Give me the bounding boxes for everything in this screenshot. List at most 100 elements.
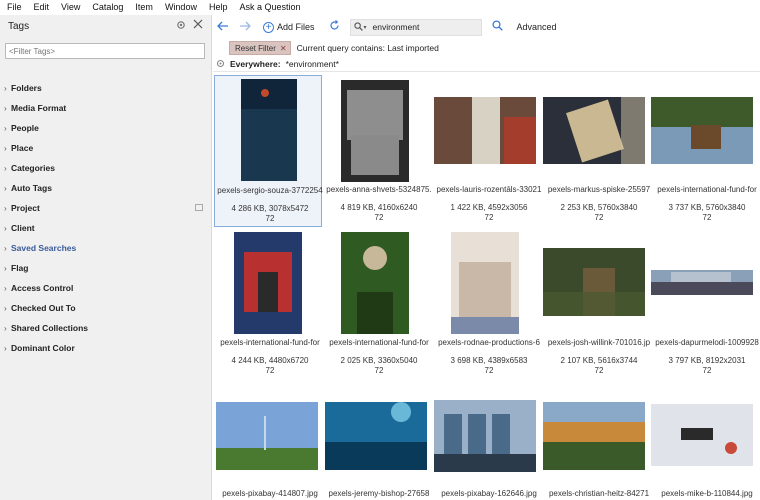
sidebar-item-auto-tags[interactable]: › Auto Tags (0, 178, 211, 198)
asset-thumbnail[interactable] (234, 232, 302, 334)
asset-tile[interactable]: pexels-josh-willink-701016.jp 2 107 KB, … (543, 230, 651, 380)
gear-icon[interactable] (216, 59, 225, 70)
asset-thumbnail[interactable] (543, 402, 645, 470)
search-field[interactable]: ▾ environment (349, 18, 482, 36)
search-go-icon[interactable] (491, 20, 503, 34)
asset-thumbnail[interactable] (434, 400, 536, 472)
asset-thumbnail[interactable] (341, 232, 409, 334)
sidebar-item-label: Categories (11, 163, 55, 173)
menu-ask-question[interactable]: Ask a Question (239, 2, 300, 12)
asset-tile[interactable]: pexels-international-fund-for 2 025 KB, … (323, 230, 431, 380)
sidebar-item-media-format[interactable]: › Media Format (0, 98, 211, 118)
asset-tile[interactable]: pexels-international-fund-for 3 737 KB, … (651, 75, 759, 227)
asset-tile[interactable]: pexels-christian-heitz-84271 (543, 400, 651, 500)
folder-icon[interactable] (195, 204, 203, 211)
asset-thumbnail[interactable] (341, 80, 409, 182)
sidebar-item-label: Dominant Color (11, 343, 75, 353)
sidebar-item-label: People (11, 123, 39, 133)
menu-file[interactable]: File (7, 2, 22, 12)
asset-tile[interactable]: pexels-mike-b-110844.jpg (651, 400, 759, 500)
asset-dpi: 72 (374, 366, 384, 375)
asset-filename: pexels-lauris-rozentāls-33021 (436, 185, 542, 194)
search-input[interactable]: environment (373, 22, 420, 32)
menu-bar: File Edit View Catalog Item Window Help … (0, 0, 760, 13)
asset-filename: pexels-rodnae-productions-6 (438, 338, 540, 347)
asset-tile[interactable]: pexels-jeremy-bishop-27658 (323, 400, 431, 500)
asset-thumbnail[interactable] (434, 97, 536, 164)
asset-filename: pexels-international-fund-for (220, 338, 320, 347)
sidebar-item-people[interactable]: › People (0, 118, 211, 138)
add-files-button[interactable]: + Add Files (263, 21, 315, 33)
chevron-right-icon: › (4, 203, 7, 213)
asset-size: 4 244 KB, 4480x6720 (231, 356, 309, 365)
scope-value: *environment* (285, 59, 339, 69)
sidebar-item-checked-out-to[interactable]: › Checked Out To (0, 298, 211, 318)
sidebar-item-saved-searches[interactable]: › Saved Searches (0, 238, 211, 258)
search-icon[interactable] (353, 21, 363, 33)
asset-thumbnail[interactable] (325, 402, 427, 470)
asset-thumbnail[interactable] (216, 402, 318, 470)
sidebar-item-label: Access Control (11, 283, 74, 293)
sidebar-item-access-control[interactable]: › Access Control (0, 278, 211, 298)
forward-arrow-icon[interactable] (237, 20, 253, 34)
asset-tile[interactable]: pexels-international-fund-for 4 244 KB, … (214, 230, 322, 380)
reset-filter-button[interactable]: Reset Filter ✕ (229, 41, 291, 55)
sidebar-item-place[interactable]: › Place (0, 138, 211, 158)
filter-tags-input[interactable] (5, 43, 205, 59)
close-icon[interactable] (193, 19, 204, 30)
asset-dpi: 72 (702, 366, 712, 375)
asset-tile[interactable]: pexels-dapurmelodi-1009928 3 797 KB, 819… (651, 230, 759, 380)
asset-tile[interactable]: pexels-rodnae-productions-6 3 698 KB, 43… (433, 230, 541, 380)
asset-tile[interactable]: pexels-pixabay-414807.jpg (214, 400, 322, 500)
sidebar-item-dominant-color[interactable]: › Dominant Color (0, 338, 211, 358)
asset-tile[interactable]: pexels-anna-shvets-5324875. 4 819 KB, 41… (323, 75, 432, 227)
chevron-right-icon: › (4, 343, 7, 353)
refresh-icon[interactable] (329, 20, 340, 34)
asset-filename: pexels-markus-spiske-25597 (547, 185, 651, 194)
close-icon[interactable]: ✕ (280, 44, 287, 53)
tags-panel: Tags › Folders › Media Format › People › Pla… (0, 15, 212, 500)
gear-icon[interactable] (176, 20, 186, 30)
menu-window[interactable]: Window (165, 2, 197, 12)
asset-filename: pexels-international-fund-for (329, 338, 429, 347)
menu-catalog[interactable]: Catalog (92, 2, 123, 12)
back-arrow-icon[interactable] (215, 20, 231, 34)
sidebar-item-client[interactable]: › Client (0, 218, 211, 238)
menu-item[interactable]: Item (135, 2, 153, 12)
advanced-search-link[interactable]: Advanced (517, 22, 557, 32)
asset-thumbnail[interactable] (543, 248, 645, 316)
asset-thumbnail[interactable] (651, 270, 753, 295)
asset-thumbnail[interactable] (651, 404, 753, 466)
menu-edit[interactable]: Edit (34, 2, 50, 12)
scope-label: Everywhere: (230, 59, 281, 69)
sidebar-item-flag[interactable]: › Flag (0, 258, 211, 278)
asset-thumbnail[interactable] (651, 97, 753, 164)
menu-help[interactable]: Help (209, 2, 228, 12)
chevron-down-icon[interactable]: ▾ (364, 24, 367, 31)
sidebar-item-project[interactable]: › Project (0, 198, 211, 218)
asset-filename: pexels-anna-shvets-5324875. (326, 185, 432, 194)
asset-filename: pexels-christian-heitz-84271 (548, 489, 650, 498)
asset-tile[interactable]: pexels-sergio-souza-3772254 4 286 KB, 30… (214, 75, 323, 227)
asset-tile[interactable]: pexels-pixabay-162646.jpg (433, 400, 541, 500)
asset-dpi: 72 (484, 366, 494, 375)
sidebar-item-shared-collections[interactable]: › Shared Collections (0, 318, 211, 338)
sidebar-item-label: Checked Out To (11, 303, 76, 313)
chevron-right-icon: › (4, 263, 7, 273)
asset-filename: pexels-international-fund-for (657, 185, 757, 194)
asset-tile[interactable]: pexels-markus-spiske-25597 2 253 KB, 576… (543, 75, 651, 227)
menu-view[interactable]: View (61, 2, 80, 12)
asset-thumbnail[interactable] (241, 79, 297, 181)
asset-tile[interactable]: pexels-lauris-rozentāls-33021 1 422 KB, … (433, 75, 541, 227)
tags-panel-title: Tags (8, 20, 30, 32)
sidebar-item-label: Project (11, 203, 40, 213)
chevron-right-icon: › (4, 163, 7, 173)
chevron-right-icon: › (4, 243, 7, 253)
asset-thumbnail[interactable] (451, 232, 519, 334)
asset-size: 3 797 KB, 8192x2031 (668, 356, 746, 365)
filter-bar: Reset Filter ✕ Current query contains: L… (229, 41, 439, 55)
sidebar-item-folders[interactable]: › Folders (0, 78, 211, 98)
sidebar-item-categories[interactable]: › Categories (0, 158, 211, 178)
plus-circle-icon: + (263, 21, 274, 33)
asset-thumbnail[interactable] (543, 97, 645, 164)
